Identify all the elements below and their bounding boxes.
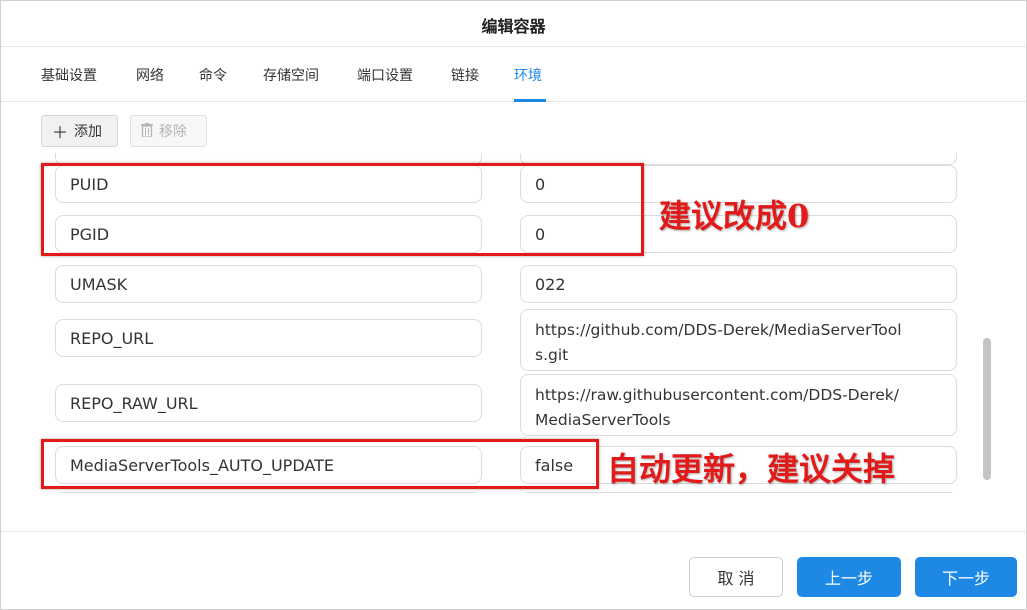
plus-icon: ＋ [52,123,69,142]
env-key-input[interactable] [55,153,482,165]
tab-environment[interactable]: 环境 [514,65,542,85]
env-key-input[interactable] [55,492,482,493]
env-key-input-repo-url[interactable]: REPO_URL [55,319,482,357]
env-value-input[interactable] [520,492,957,493]
tab-bar: 基础设置 网络 命令 存储空间 端口设置 链接 环境 [1,47,1026,102]
remove-button[interactable]: 移除 [130,115,207,147]
env-value-input-repo-url[interactable]: https://github.com/DDS-Derek/MediaServer… [520,309,957,371]
previous-step-button[interactable]: 上一步 [797,557,901,597]
vertical-scrollbar[interactable] [983,338,991,480]
annotation-text-disable-auto-update: 自动更新，建议关掉 [607,450,896,488]
trash-icon [141,122,153,141]
tab-port-settings[interactable]: 端口设置 [357,65,413,85]
next-step-button[interactable]: 下一步 [915,557,1017,597]
env-value-input[interactable] [520,153,957,165]
edit-container-dialog: 编辑容器 基础设置 网络 命令 存储空间 端口设置 链接 环境 ＋ 添加 移除 … [0,0,1027,610]
dialog-header: 编辑容器 [1,1,1026,47]
env-key-input-auto-update[interactable]: MediaServerTools_AUTO_UPDATE [55,446,482,484]
add-button[interactable]: ＋ 添加 [41,115,118,147]
tab-command[interactable]: 命令 [199,65,227,85]
active-tab-indicator [514,99,546,102]
env-key-input-puid[interactable]: PUID [55,165,482,203]
tab-links[interactable]: 链接 [451,65,479,85]
env-value-input-umask[interactable]: 022 [520,265,957,303]
annotation-text-set-to-zero: 建议改成0 [659,197,810,235]
env-key-input-pgid[interactable]: PGID [55,215,482,253]
env-value-input-repo-raw-url[interactable]: https://raw.githubusercontent.com/DDS-De… [520,374,957,436]
remove-button-label: 移除 [159,124,187,140]
dialog-footer: 取 消 上一步 下一步 [1,531,1026,609]
tab-basic-settings[interactable]: 基础设置 [41,65,97,85]
tab-network[interactable]: 网络 [136,65,164,85]
cancel-button[interactable]: 取 消 [689,557,783,597]
env-key-input-repo-raw-url[interactable]: REPO_RAW_URL [55,384,482,422]
add-button-label: 添加 [74,124,103,140]
env-key-input-umask[interactable]: UMASK [55,265,482,303]
tab-storage[interactable]: 存储空间 [263,65,319,85]
env-var-list: PUID 0 PGID 0 UMASK 022 REPO_URL https:/… [1,153,1011,493]
dialog-title: 编辑容器 [481,17,546,36]
